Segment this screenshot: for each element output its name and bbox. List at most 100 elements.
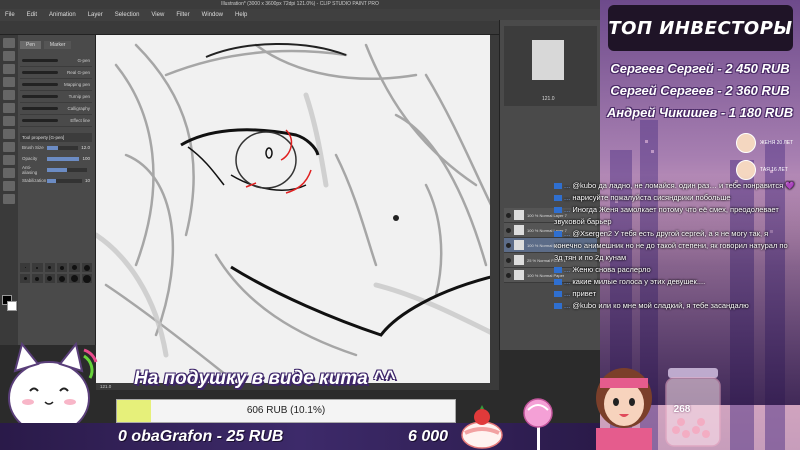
jar-count: 268 — [673, 404, 691, 415]
brush-size-swatch[interactable] — [56, 274, 68, 283]
brush-size-swatch[interactable] — [44, 263, 55, 272]
eye-icon[interactable] — [506, 227, 511, 233]
prop-value: 12.0 — [81, 145, 90, 150]
menu-selection[interactable]: Selection — [115, 12, 140, 18]
brush-label: Mapping pen — [63, 82, 90, 87]
eye-icon[interactable] — [506, 257, 511, 263]
subtool-list: G-pen Real G-pen Mapping pen Turnip pen … — [20, 55, 92, 127]
brush-item[interactable]: Calligraphy — [20, 103, 92, 115]
chat-message: ... @Xsergen2 У тебя есть другой сергей,… — [554, 228, 798, 264]
chat-badge-icon — [554, 231, 562, 238]
tab-pen[interactable]: Pen — [20, 41, 41, 49]
prop-slider-fill — [47, 178, 56, 183]
navigator-thumbnail[interactable] — [532, 40, 564, 80]
brush-item[interactable]: Turnip pen — [20, 91, 92, 103]
eyedropper-tool-icon[interactable] — [3, 77, 15, 87]
zoom-tool-icon[interactable] — [3, 38, 15, 48]
layer-thumbnail — [514, 225, 524, 235]
menu-animation[interactable]: Animation — [49, 12, 76, 18]
chat-message: ... @kubo да ладно, не ломайся. один раз… — [554, 180, 798, 192]
tab-marker[interactable]: Marker — [43, 41, 72, 49]
investor-2: Сергей Сергеев - 2 360 RUB — [610, 83, 790, 98]
pencil-tool-icon[interactable] — [3, 103, 15, 113]
brush-size-swatch[interactable] — [56, 263, 68, 272]
prop-row[interactable]: Anti-aliasing — [20, 164, 92, 175]
prop-slider[interactable] — [47, 178, 82, 183]
prop-slider[interactable] — [47, 156, 80, 161]
prop-row[interactable]: Brush Size 12.0 — [20, 142, 92, 153]
brush-size-swatch[interactable] — [81, 274, 92, 283]
layer-thumbnail — [514, 210, 524, 220]
chat-text: какие милые голоса у этих девушек.... — [572, 277, 706, 286]
navigator-zoom-value[interactable]: 121.0 — [542, 96, 555, 102]
brush-size-swatch[interactable] — [44, 274, 55, 283]
brush-stroke-preview — [22, 119, 58, 122]
brush-item[interactable]: G-pen — [20, 55, 92, 67]
menu-file[interactable]: File — [5, 12, 15, 18]
prop-slider-fill — [47, 156, 80, 161]
eye-icon[interactable] — [506, 272, 511, 278]
investor-1: Сергеев Сергей - 2 450 RUB — [610, 61, 790, 76]
fill-tool-icon[interactable] — [3, 155, 15, 165]
menu-edit[interactable]: Edit — [27, 12, 37, 18]
color-chips[interactable] — [2, 295, 18, 311]
eye-icon[interactable] — [506, 242, 511, 248]
chat-username: ... — [564, 265, 571, 274]
chat-username: ... — [564, 277, 571, 286]
prop-slider-fill — [47, 167, 67, 172]
eye-icon[interactable] — [506, 212, 511, 218]
chat-text: @kubo или ко мне мой сладкий, я тебе зас… — [572, 301, 749, 310]
brush-item[interactable]: Real G-pen — [20, 67, 92, 79]
chat-text: привет — [572, 289, 597, 298]
viewer-name: ТАЯ 16 ЛЕТ — [760, 167, 788, 173]
donation-progress-text: 606 RUB (10.1%) — [246, 405, 326, 416]
eraser-tool-icon[interactable] — [3, 142, 15, 152]
select-tool-icon[interactable] — [3, 64, 15, 74]
brush-size-swatch[interactable] — [32, 274, 43, 283]
donation-goal-title: На подушку в виде кита ^^ — [134, 368, 396, 389]
prop-value: 100 — [82, 156, 90, 161]
figure-tool-icon[interactable] — [3, 181, 15, 191]
move-tool-icon[interactable] — [3, 51, 15, 61]
prop-slider[interactable] — [47, 167, 87, 172]
chat-badge-icon — [554, 183, 562, 190]
prop-row[interactable]: Opacity 100 — [20, 153, 92, 164]
text-tool-icon[interactable] — [3, 194, 15, 204]
brush-size-swatch[interactable] — [81, 263, 92, 272]
avatar — [736, 133, 756, 153]
chat-text: @Xsergen2 У тебя есть другой сергей, а я… — [554, 229, 788, 262]
cake-icon — [461, 405, 503, 449]
brush-size-swatch[interactable] — [20, 263, 31, 272]
menu-layer[interactable]: Layer — [88, 12, 103, 18]
chat-message: ... привет — [554, 288, 798, 300]
menu-view[interactable]: View — [151, 12, 164, 18]
brush-tool-icon[interactable] — [3, 116, 15, 126]
prop-row[interactable]: Stabilization 10 — [20, 175, 92, 186]
menu-help[interactable]: Help — [235, 12, 247, 18]
menu-window[interactable]: Window — [202, 12, 223, 18]
chat-badge-icon — [554, 303, 562, 310]
brush-size-grid — [20, 263, 92, 283]
chat-text: @kubo да ладно, не ломайся. один раз… и … — [572, 181, 795, 190]
gradient-tool-icon[interactable] — [3, 168, 15, 178]
airbrush-tool-icon[interactable] — [3, 129, 15, 139]
brush-size-swatch[interactable] — [69, 274, 80, 283]
brush-size-swatch[interactable] — [32, 263, 43, 272]
menu-filter[interactable]: Filter — [176, 12, 189, 18]
brush-size-swatch[interactable] — [20, 274, 31, 283]
brush-size-swatch[interactable] — [69, 263, 80, 272]
chat-username: ... — [564, 229, 571, 238]
canvas[interactable] — [96, 35, 499, 390]
brush-item[interactable]: Effect line — [20, 115, 92, 127]
chat-badge-icon — [554, 267, 562, 274]
brush-label: Effect line — [70, 118, 90, 123]
pen-tool-icon[interactable] — [3, 90, 15, 100]
sub-color-chip[interactable] — [7, 301, 17, 311]
brush-label: Calligraphy — [67, 106, 90, 111]
brush-item[interactable]: Mapping pen — [20, 79, 92, 91]
viewer-name: ЖЕНЯ 20 ЛЕТ — [760, 140, 794, 146]
chat-badge-icon — [554, 279, 562, 286]
canvas-vertical-scrollbar[interactable] — [490, 35, 499, 383]
chat-username: ... — [564, 181, 571, 190]
prop-slider[interactable] — [47, 145, 79, 150]
